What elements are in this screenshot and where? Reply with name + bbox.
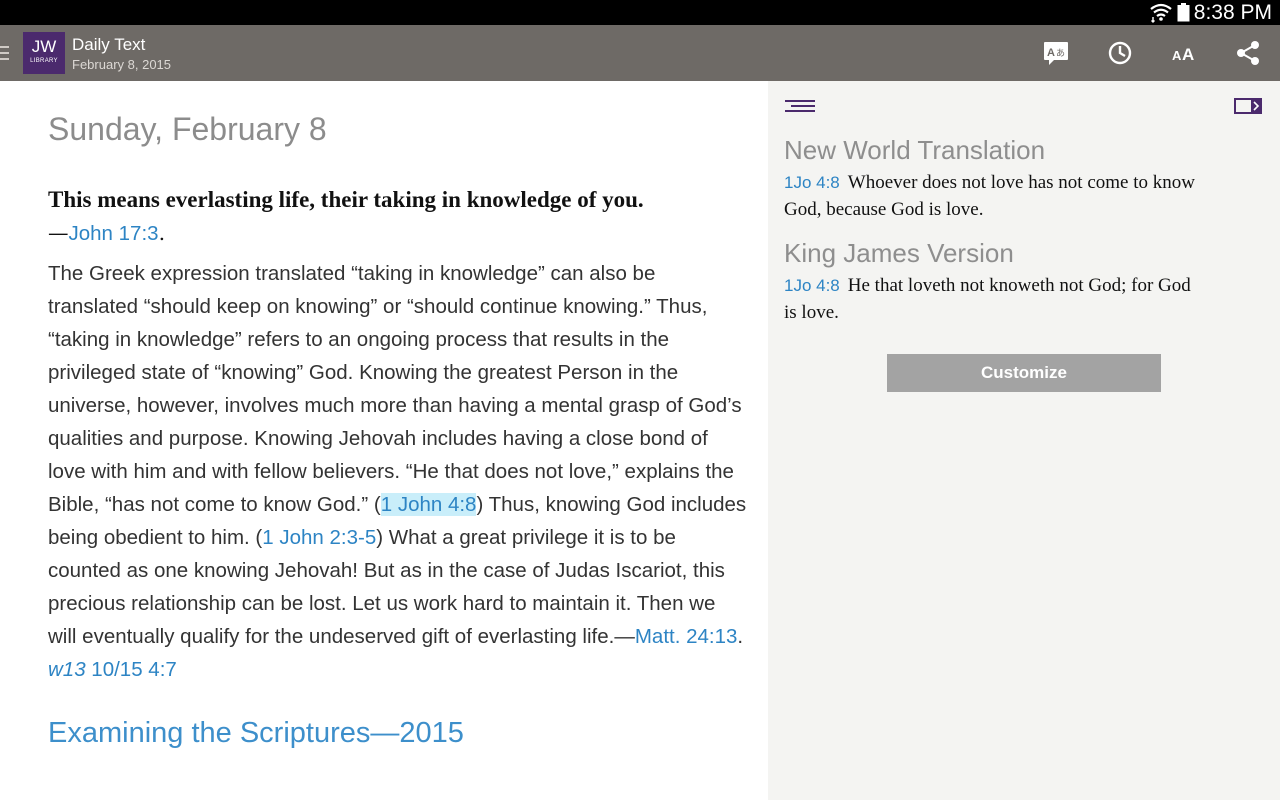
history-icon[interactable] (1106, 39, 1134, 67)
logo-subtext: LIBRARY (30, 58, 58, 64)
page-title: Daily Text (72, 35, 146, 54)
verse-content: He that loveth not knoweth not God; for … (784, 275, 1191, 323)
app-logo[interactable]: JW LIBRARY (23, 32, 65, 74)
verse-text: 1Jo 4:8 Whoever does not love has not com… (784, 169, 1204, 223)
publication-reference-link[interactable]: w13 10/15 4:7 (48, 658, 177, 681)
svg-text:A: A (1172, 48, 1182, 63)
action-bar: JW LIBRARY Daily Text February 8, 2015 A… (0, 25, 1280, 81)
theme-text: This means everlasting life, their takin… (48, 187, 644, 212)
scripture-link-1-john-2-3[interactable]: 1 John 2:3-5 (262, 526, 376, 549)
page-subtitle: February 8, 2015 (72, 57, 172, 72)
verse-reference-link[interactable]: 1Jo 4:8 (784, 276, 840, 295)
list-icon[interactable] (785, 100, 815, 112)
customize-button[interactable]: Customize (887, 354, 1161, 392)
battery-icon (1177, 3, 1190, 22)
svg-text:あ: あ (1056, 48, 1065, 59)
share-icon[interactable] (1234, 39, 1262, 67)
publication-title-link[interactable]: Examining the Scriptures—2015 (48, 717, 464, 750)
bible-panel: New World Translation 1Jo 4:8 Whoever doe… (768, 81, 1280, 800)
theme-scripture-link[interactable]: John 17:3 (69, 222, 159, 245)
svg-text:A: A (1047, 47, 1055, 59)
commentary-text: The Greek expression translated “taking … (48, 257, 748, 686)
theme-scripture: This means everlasting life, their takin… (48, 183, 748, 250)
translation-name: King James Version (784, 238, 1014, 268)
collapse-panel-icon[interactable] (1234, 98, 1262, 114)
daily-text-content: Sunday, February 8 This means everlastin… (0, 81, 768, 800)
commentary-part: The Greek expression translated “taking … (48, 262, 742, 516)
svg-text:A: A (1182, 45, 1194, 64)
status-bar: 8:38 PM (0, 0, 1280, 25)
scripture-link-1-john-4-8[interactable]: 1 John 4:8 (380, 493, 477, 516)
verse-reference-link[interactable]: 1Jo 4:8 (784, 173, 840, 192)
title-block: Daily Text February 8, 2015 (72, 35, 171, 74)
verse-text: 1Jo 4:8 He that loveth not knoweth not Go… (784, 272, 1204, 326)
theme-dash: — (48, 221, 69, 245)
theme-end: . (158, 221, 166, 245)
translate-icon[interactable]: A あ (1042, 39, 1070, 67)
text-size-icon[interactable]: A A (1170, 39, 1198, 67)
commentary-separator: . (737, 625, 744, 648)
verse-content: Whoever does not love has not come to kn… (784, 172, 1195, 220)
translation-name: New World Translation (784, 135, 1046, 165)
status-time: 8:38 PM (1193, 1, 1272, 24)
day-title: Sunday, February 8 (48, 111, 327, 147)
logo-text: JW (31, 37, 57, 56)
drawer-menu-icon[interactable] (0, 46, 10, 60)
wifi-icon (1150, 3, 1172, 23)
scripture-link-matt-24-13[interactable]: Matt. 24:13 (635, 625, 738, 648)
